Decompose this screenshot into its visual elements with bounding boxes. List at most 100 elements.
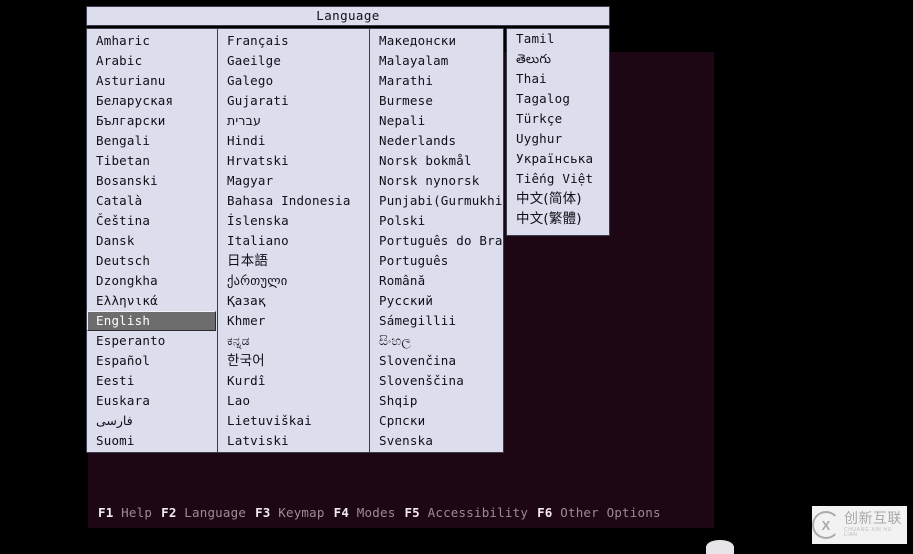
language-item[interactable]: Čeština xyxy=(87,211,217,231)
function-key-f2[interactable]: F2 Language xyxy=(161,505,246,520)
language-item[interactable]: Khmer xyxy=(218,311,369,331)
language-item[interactable]: Ελληνικά xyxy=(87,291,217,311)
language-item[interactable]: Esperanto xyxy=(87,331,217,351)
language-item[interactable]: Thai xyxy=(507,69,609,89)
language-item[interactable]: Hindi xyxy=(218,131,369,151)
language-item[interactable]: Tamil xyxy=(507,29,609,49)
language-column-3[interactable]: Македонски Malayalam Marathi Burmese Nepali N… xyxy=(370,29,503,452)
watermark-pinyin: CHUANG XIN HU LIAN xyxy=(844,527,892,538)
language-item[interactable]: Amharic xyxy=(87,31,217,51)
function-key-f1[interactable]: F1 Help xyxy=(98,505,152,520)
language-item[interactable]: Nederlands xyxy=(370,131,503,151)
language-item[interactable]: Türkçe xyxy=(507,109,609,129)
language-item[interactable]: Punjabi(Gurmukhi) xyxy=(370,191,503,211)
language-item[interactable]: Српски xyxy=(370,411,503,431)
language-item[interactable]: Slovenčina xyxy=(370,351,503,371)
language-item[interactable]: Latviski xyxy=(218,431,369,451)
language-item[interactable]: Català xyxy=(87,191,217,211)
function-key-action: Help xyxy=(113,505,153,520)
language-listbox[interactable]: Amharic Arabic Asturianu Беларуская Българск… xyxy=(86,28,504,453)
function-key-f5[interactable]: F5 Accessibility xyxy=(404,505,528,520)
function-key-label: F4 xyxy=(333,505,350,520)
language-item[interactable]: Kurdî xyxy=(218,371,369,391)
language-item[interactable]: Deutsch xyxy=(87,251,217,271)
function-key-action: Language xyxy=(176,505,247,520)
language-item[interactable]: Norsk bokmål xyxy=(370,151,503,171)
language-item[interactable]: 中文(繁體) xyxy=(507,209,609,229)
language-item[interactable]: Български xyxy=(87,111,217,131)
language-item[interactable]: Bengali xyxy=(87,131,217,151)
language-item[interactable]: Galego xyxy=(218,71,369,91)
language-item[interactable]: Euskara xyxy=(87,391,217,411)
language-item[interactable]: Français xyxy=(218,31,369,51)
language-item[interactable]: Burmese xyxy=(370,91,503,111)
language-item[interactable]: Asturianu xyxy=(87,71,217,91)
language-item[interactable]: Русский xyxy=(370,291,503,311)
language-item[interactable]: Português do Brasil xyxy=(370,231,503,251)
function-key-f3[interactable]: F3 Keymap xyxy=(255,505,325,520)
language-item[interactable]: فارسی xyxy=(87,411,217,431)
language-item[interactable]: 한국어 xyxy=(218,351,369,371)
language-item[interactable]: ಕನ್ನಡ xyxy=(218,331,369,351)
language-item[interactable]: Slovenščina xyxy=(370,371,503,391)
language-item[interactable]: Беларуская xyxy=(87,91,217,111)
language-item[interactable]: Shqip xyxy=(370,391,503,411)
function-key-label: F5 xyxy=(404,505,420,520)
language-item[interactable]: Suomi xyxy=(87,431,217,451)
language-column-1[interactable]: Amharic Arabic Asturianu Беларуская Българск… xyxy=(87,29,218,452)
language-item[interactable]: Українська xyxy=(507,149,609,169)
function-key-label: F1 xyxy=(98,505,114,520)
language-item[interactable]: Gujarati xyxy=(218,91,369,111)
function-key-f6[interactable]: F6 Other Options xyxy=(537,505,661,520)
language-item[interactable]: Tagalog xyxy=(507,89,609,109)
watermark-logo: 创新互联 CHUANG XIN HU LIAN xyxy=(812,506,907,544)
watermark-text: 创新互联 CHUANG XIN HU LIAN xyxy=(844,512,907,538)
language-item[interactable]: Marathi xyxy=(370,71,503,91)
language-item[interactable]: Lao xyxy=(218,391,369,411)
language-item[interactable]: Eesti xyxy=(87,371,217,391)
watermark-chinese: 创新互联 xyxy=(844,511,902,527)
language-item[interactable]: Uyghur xyxy=(507,129,609,149)
language-item[interactable]: Italiano xyxy=(218,231,369,251)
language-item[interactable]: 中文(简体) xyxy=(507,189,609,209)
language-item[interactable]: Қазақ xyxy=(218,291,369,311)
language-item[interactable]: Dzongkha xyxy=(87,271,217,291)
language-item[interactable]: Magyar xyxy=(218,171,369,191)
language-item[interactable]: Svenska xyxy=(370,431,503,451)
language-column-4[interactable]: Tamil తెలుగు Thai Tagalog Türkçe Uyghur Україн… xyxy=(506,28,610,236)
language-item[interactable]: Nepali xyxy=(370,111,503,131)
language-column-2[interactable]: Français Gaeilge Galego Gujarati עברית Hindi H… xyxy=(218,29,370,452)
language-item[interactable]: Bosanski xyxy=(87,171,217,191)
language-item[interactable]: Română xyxy=(370,271,503,291)
language-item[interactable]: Español xyxy=(87,351,217,371)
language-item-selected[interactable]: English xyxy=(87,311,216,331)
screen: Language Amharic Arabic Asturianu Беларуска… xyxy=(0,0,913,554)
language-item[interactable]: తెలుగు xyxy=(507,49,609,69)
language-item[interactable]: Íslenska xyxy=(218,211,369,231)
language-dialog: Language Amharic Arabic Asturianu Беларуска… xyxy=(86,6,612,456)
language-item[interactable]: Bahasa Indonesia xyxy=(218,191,369,211)
language-item[interactable]: Malayalam xyxy=(370,51,503,71)
language-item[interactable]: Hrvatski xyxy=(218,151,369,171)
language-item[interactable]: Lietuviškai xyxy=(218,411,369,431)
function-key-f4[interactable]: F4 Modes xyxy=(334,505,396,520)
language-item[interactable]: עברית xyxy=(218,111,369,131)
language-item[interactable]: ქართული xyxy=(218,271,369,291)
language-item[interactable]: සිංහල xyxy=(370,331,503,351)
language-item[interactable]: Sámegillii xyxy=(370,311,503,331)
language-item[interactable]: 日本語 xyxy=(218,251,369,271)
function-key-label: F2 xyxy=(161,505,177,520)
function-key-bar[interactable]: F1 Help F2 Language F3 Keymap F4 Modes F5 Ac… xyxy=(88,502,714,524)
cursor-blob xyxy=(706,540,734,554)
language-item[interactable]: Dansk xyxy=(87,231,217,251)
language-item[interactable]: Tiếng Việt xyxy=(507,169,609,189)
function-key-action: Accessibility xyxy=(419,505,529,520)
language-item[interactable]: Arabic xyxy=(87,51,217,71)
language-item[interactable]: Tibetan xyxy=(87,151,217,171)
language-item[interactable]: Norsk nynorsk xyxy=(370,171,503,191)
language-item[interactable]: Polski xyxy=(370,211,503,231)
language-item[interactable]: Português xyxy=(370,251,503,271)
language-item[interactable]: Gaeilge xyxy=(218,51,369,71)
function-key-label: F3 xyxy=(255,505,271,520)
language-item[interactable]: Македонски xyxy=(370,31,503,51)
